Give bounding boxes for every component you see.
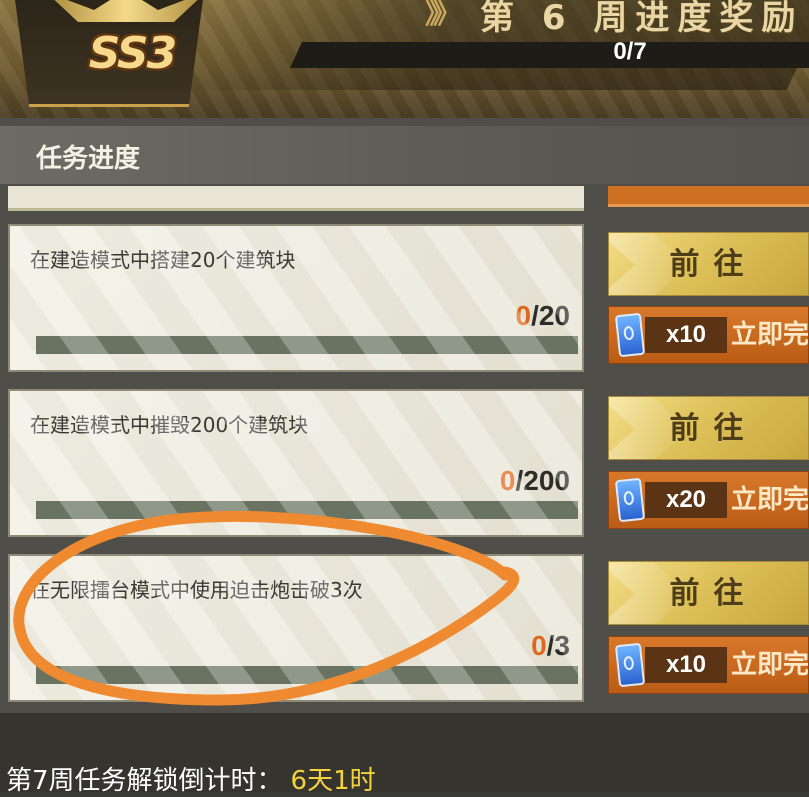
task-progress-count: 0/3	[531, 630, 570, 662]
week-header: SS3 》》 第 6 周进度奖励 0/7	[0, 0, 809, 118]
task-progress-bar	[36, 501, 578, 519]
task-card: 在建造模式中摧毁200个建筑块 0/200	[8, 389, 584, 537]
task-description: 在建造模式中摧毁200个建筑块	[30, 413, 309, 437]
week-reward-title: 第 6 周进度奖励	[480, 0, 804, 38]
chevron-right-icon: 》》	[425, 0, 461, 30]
task-progress-total: /20	[531, 300, 570, 331]
week-progress-text: 0/7	[613, 38, 647, 65]
task-list[interactable]: 在建造模式中搭建20个建筑块 0/20 前往 x10 立即完成 在建造模式中摧毁…	[0, 186, 809, 712]
ticket-icon	[614, 642, 646, 688]
task-button-partial[interactable]	[608, 186, 809, 207]
instant-complete-button[interactable]: x10 立即完成	[608, 636, 809, 694]
unlock-countdown: 第7周任务解锁倒计时： 6天1时	[6, 760, 376, 797]
go-button[interactable]: 前往	[608, 232, 809, 296]
go-button-label: 前往	[669, 247, 758, 282]
task-progress-done: 0	[515, 300, 532, 331]
task-progress-total: /3	[546, 630, 570, 661]
season-badge: SS3	[14, 0, 204, 107]
go-button-label: 前往	[669, 576, 758, 611]
task-card: 在无限擂台模式中使用迫击炮击破3次 0/3	[8, 554, 584, 702]
week-progress-bar	[290, 42, 809, 68]
task-progress-bar	[36, 336, 578, 354]
task-card-partial	[8, 186, 584, 211]
cost-label: x10	[665, 321, 707, 348]
task-progress-bar	[36, 666, 578, 684]
task-progress-done: 0	[531, 630, 547, 661]
instant-complete-label: 立即完成	[731, 650, 809, 680]
ticket-icon	[614, 477, 646, 523]
go-button-label: 前往	[669, 411, 758, 446]
ticket-icon	[614, 312, 646, 358]
cost-label: x10	[665, 651, 707, 678]
task-description: 在无限擂台模式中使用迫击炮击破3次	[30, 578, 363, 602]
task-progress-count: 0/200	[500, 465, 570, 497]
task-description: 在建造模式中搭建20个建筑块	[30, 248, 296, 272]
badge-wings-icon	[46, 0, 204, 22]
go-button[interactable]: 前往	[608, 561, 809, 625]
instant-complete-label: 立即完成	[731, 485, 809, 515]
task-progress-count: 0/20	[515, 300, 570, 332]
go-button[interactable]: 前往	[608, 396, 809, 460]
task-progress-total: /200	[515, 465, 571, 496]
cost-label: x20	[665, 486, 707, 513]
instant-complete-label: 立即完成	[731, 320, 809, 350]
season-badge-label: SS3	[88, 28, 177, 79]
task-panel-title: 任务进度	[36, 144, 141, 174]
task-card: 在建造模式中搭建20个建筑块 0/20	[8, 224, 584, 372]
task-progress-done: 0	[499, 465, 516, 496]
instant-complete-button[interactable]: x10 立即完成	[608, 306, 809, 364]
instant-complete-button[interactable]: x20 立即完成	[608, 471, 809, 529]
